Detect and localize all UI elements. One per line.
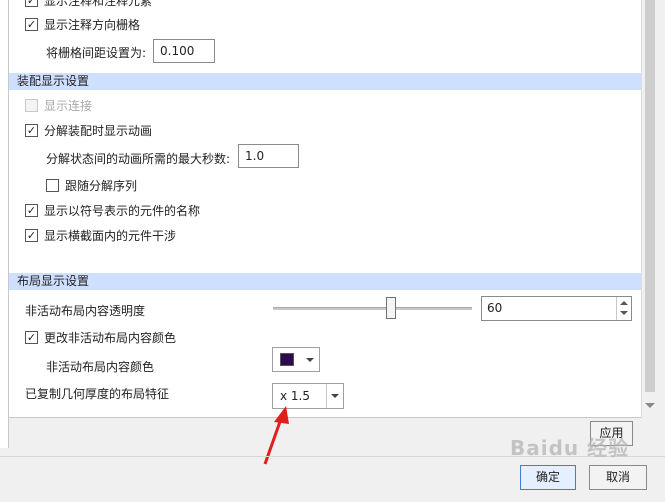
show-connections-checkbox [25, 99, 38, 112]
grid-spacing-label: 将栅格间距设置为: [46, 46, 147, 60]
symbol-names-checkbox[interactable]: ✓ [25, 204, 38, 217]
show-connections-label: 显示连接 [44, 99, 93, 113]
explode-animation-checkbox[interactable]: ✓ [25, 124, 38, 137]
thickness-dropdown-button[interactable] [326, 384, 343, 408]
transparency-spin-buttons[interactable] [616, 297, 631, 320]
grid-spacing-input[interactable]: 0.100 [153, 39, 215, 63]
max-seconds-label: 分解状态间的动画所需的最大秒数: [46, 152, 231, 166]
show-connections-row: 显示连接 [25, 97, 92, 114]
chevron-down-icon[interactable] [306, 358, 314, 362]
symbol-names-row[interactable]: ✓ 显示以符号表示的元件的名称 [25, 202, 200, 219]
color-swatch[interactable] [280, 353, 294, 366]
change-color-row[interactable]: ✓ 更改非活动布局内容颜色 [25, 329, 176, 346]
change-color-checkbox[interactable]: ✓ [25, 331, 38, 344]
show-annotations-checkbox[interactable]: ✓ [25, 0, 38, 7]
assembly-settings-header: 装配显示设置 [9, 73, 641, 90]
transparency-value[interactable]: 60 [487, 297, 502, 320]
cancel-button[interactable]: 取消 [589, 465, 647, 490]
show-grid-direction-label: 显示注释方向栅格 [44, 18, 141, 32]
transparency-slider-track[interactable] [273, 307, 472, 310]
transparency-spinbox[interactable]: 60 [481, 296, 632, 321]
red-annotation-arrow-icon [263, 406, 289, 465]
spin-down-icon[interactable] [620, 311, 628, 315]
transparency-slider-thumb[interactable] [386, 297, 397, 319]
show-annotations-label: 显示注释和注释元素 [44, 0, 153, 8]
show-annotations-row[interactable]: ✓ 显示注释和注释元素 [25, 0, 152, 9]
inactive-color-label: 非活动布局内容颜色 [46, 360, 155, 374]
footer-divider [0, 456, 665, 457]
apply-button[interactable]: 应用 [590, 421, 633, 446]
interference-label: 显示横截面内的元件干涉 [44, 229, 177, 243]
max-seconds-input[interactable]: 1.0 [238, 144, 299, 168]
transparency-label: 非活动布局内容透明度 [25, 304, 146, 318]
inactive-color-picker[interactable] [272, 347, 320, 372]
inactive-color-row: 非活动布局内容颜色 [46, 358, 154, 375]
spin-up-icon[interactable] [620, 301, 628, 305]
follow-sequence-row[interactable]: 跟随分解序列 [46, 177, 137, 194]
thickness-label: 已复制几何厚度的布局特征 [25, 387, 170, 401]
follow-sequence-checkbox[interactable] [46, 179, 59, 192]
transparency-row: 非活动布局内容透明度 [25, 302, 145, 319]
interference-row[interactable]: ✓ 显示横截面内的元件干涉 [25, 227, 176, 244]
explode-animation-label: 分解装配时显示动画 [44, 124, 153, 138]
scrollbar-thumb[interactable] [645, 0, 655, 392]
grid-spacing-row: 将栅格间距设置为: [46, 44, 146, 61]
change-color-label: 更改非活动布局内容颜色 [44, 331, 177, 345]
explode-animation-row[interactable]: ✓ 分解装配时显示动画 [25, 122, 152, 139]
follow-sequence-label: 跟随分解序列 [65, 179, 138, 193]
scroll-down-icon[interactable] [645, 403, 655, 408]
show-grid-direction-checkbox[interactable]: ✓ [25, 18, 38, 31]
max-seconds-row: 分解状态间的动画所需的最大秒数: [46, 150, 230, 167]
ok-button[interactable]: 确定 [520, 465, 576, 490]
show-grid-direction-row[interactable]: ✓ 显示注释方向栅格 [25, 16, 140, 33]
left-navigation-strip [0, 0, 9, 448]
vertical-scrollbar[interactable] [641, 0, 658, 418]
layout-settings-header: 布局显示设置 [9, 273, 641, 290]
symbol-names-label: 显示以符号表示的元件的名称 [44, 204, 201, 218]
chevron-down-icon[interactable] [331, 394, 339, 398]
interference-checkbox[interactable]: ✓ [25, 229, 38, 242]
thickness-row: 已复制几何厚度的布局特征 [25, 385, 169, 402]
